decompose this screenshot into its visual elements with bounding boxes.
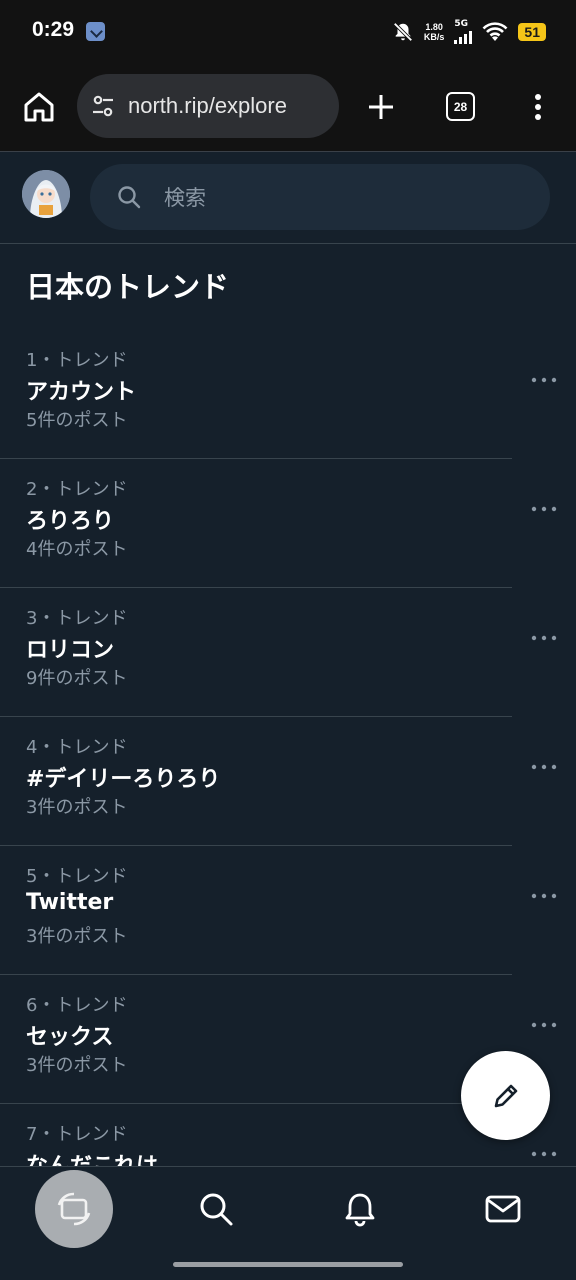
more-horizontal-icon[interactable] — [530, 763, 558, 771]
new-tab-plus-icon[interactable] — [364, 90, 398, 124]
cell-signal: 5G — [454, 19, 473, 44]
trend-post-count: 9件のポスト — [26, 668, 128, 689]
status-time: 0:29 — [32, 18, 75, 41]
trend-post-count: 4件のポスト — [26, 539, 128, 560]
trend-name: ろりろり — [26, 509, 115, 534]
compose-button[interactable] — [461, 1051, 550, 1140]
download-icon — [86, 22, 105, 41]
pencil-icon — [494, 1084, 517, 1107]
network-speed-value: 1.80 — [425, 22, 443, 32]
trend-post-count: 5件のポスト — [26, 410, 128, 431]
search-icon — [118, 186, 141, 209]
trend-post-count: 3件のポスト — [26, 1055, 128, 1076]
url-bar[interactable]: north.rip/explore — [77, 74, 339, 138]
more-horizontal-icon[interactable] — [530, 376, 558, 384]
trend-meta: 2・トレンド — [26, 479, 128, 500]
switch-icon — [57, 1192, 91, 1226]
avatar[interactable] — [22, 170, 70, 218]
network-speed: 1.80 KB/s — [424, 22, 445, 42]
avatar-image — [22, 170, 70, 218]
trend-meta: 6・トレンド — [26, 995, 128, 1016]
tabs-button[interactable]: 28 — [446, 92, 475, 121]
more-horizontal-icon[interactable] — [530, 505, 558, 513]
more-horizontal-icon[interactable] — [530, 634, 558, 642]
network-speed-unit: KB/s — [423, 32, 445, 42]
trend-meta: 4・トレンド — [26, 737, 128, 758]
trend-post-count: 3件のポスト — [26, 926, 128, 947]
trend-meta: 3・トレンド — [26, 608, 128, 629]
trend-item[interactable]: 2・トレンド ろりろり 4件のポスト — [0, 459, 576, 588]
bell-icon[interactable] — [341, 1190, 379, 1228]
trend-post-count: 3件のポスト — [26, 797, 128, 818]
nav-home-button[interactable] — [35, 1170, 113, 1248]
home-icon[interactable] — [20, 88, 58, 126]
url-text: north.rip/explore — [128, 93, 287, 118]
browser-toolbar: north.rip/explore 28 — [0, 62, 576, 152]
gesture-bar — [173, 1262, 403, 1267]
network-type: 5G — [454, 19, 469, 29]
status-icons: 1.80 KB/s 5G 51 — [392, 18, 546, 46]
mail-icon[interactable] — [484, 1190, 522, 1228]
tune-icon[interactable] — [90, 93, 116, 119]
trend-name: #デイリーろりろり — [26, 767, 221, 792]
signal-bars-icon — [454, 30, 473, 44]
trend-item[interactable]: 1・トレンド アカウント 5件のポスト — [0, 330, 576, 459]
trend-item[interactable]: 5・トレンド Twitter 3件のポスト — [0, 846, 576, 975]
trend-meta: 5・トレンド — [26, 866, 128, 887]
trend-meta: 7・トレンド — [26, 1124, 128, 1145]
more-horizontal-icon[interactable] — [530, 892, 558, 900]
trend-name: アカウント — [26, 380, 137, 405]
trend-item[interactable]: 4・トレンド #デイリーろりろり 3件のポスト — [0, 717, 576, 846]
trend-name: Twitter — [26, 890, 114, 915]
more-horizontal-icon[interactable] — [530, 1021, 558, 1029]
more-horizontal-icon[interactable] — [530, 1150, 558, 1158]
trend-meta: 1・トレンド — [26, 350, 128, 371]
search-input[interactable]: 検索 — [90, 164, 550, 230]
search-placeholder: 検索 — [164, 186, 206, 210]
bell-muted-icon — [393, 22, 413, 42]
trend-item[interactable]: 3・トレンド ロリコン 9件のポスト — [0, 588, 576, 717]
wifi-icon — [482, 22, 508, 41]
section-title: 日本のトレンド — [26, 270, 230, 304]
search-icon[interactable] — [197, 1190, 235, 1228]
more-vert-icon[interactable] — [526, 90, 550, 124]
trend-name: セックス — [26, 1025, 114, 1050]
header-divider — [0, 243, 576, 244]
battery-level: 51 — [518, 23, 546, 41]
status-bar: 0:29 1.80 KB/s 5G 51 — [0, 0, 576, 62]
trend-name: ロリコン — [26, 638, 115, 663]
